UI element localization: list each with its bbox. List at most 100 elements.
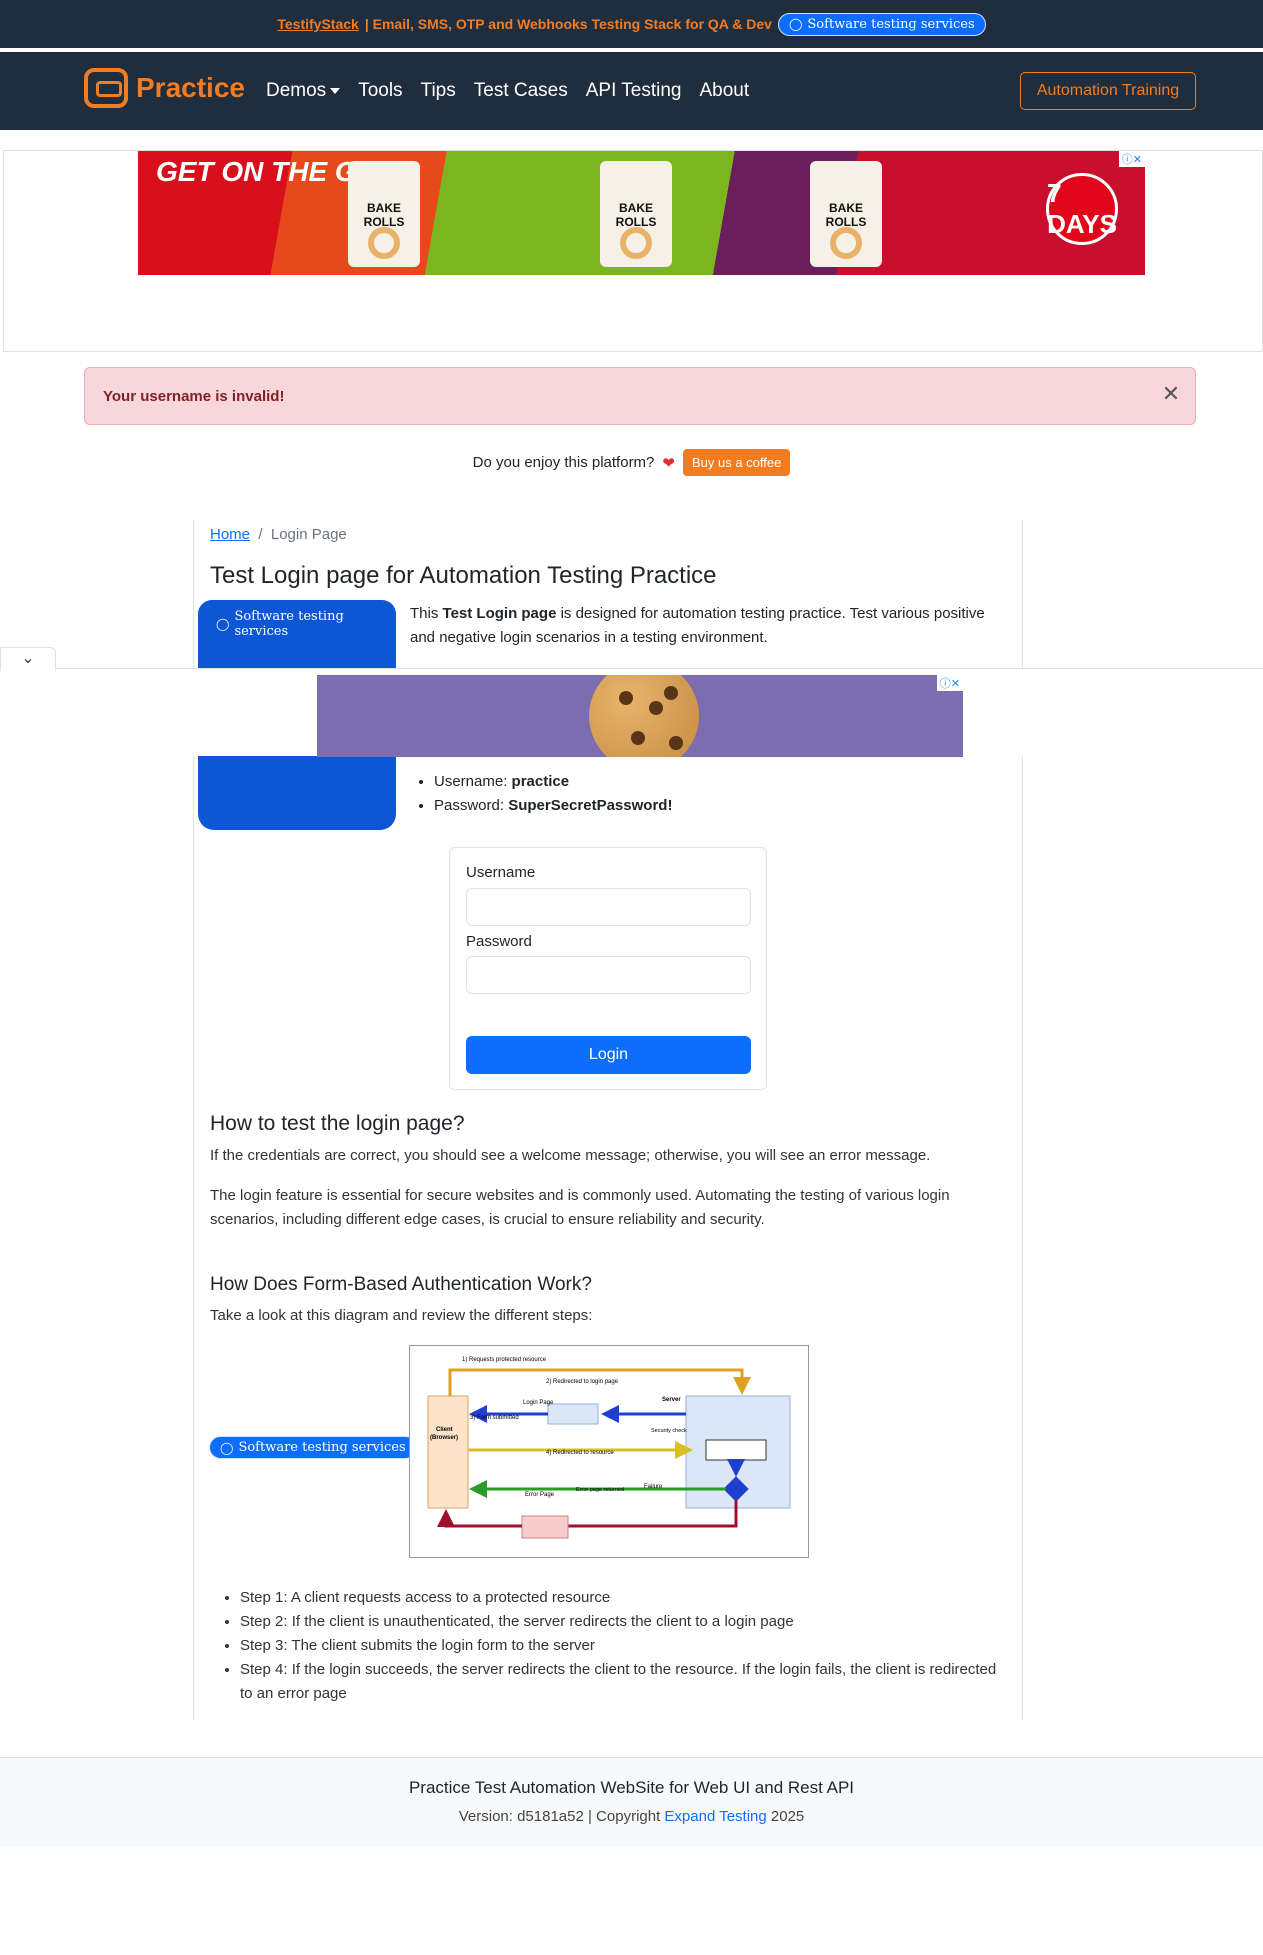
- bread-ring: [368, 227, 400, 259]
- banner-ad[interactable]: GET ON THE GO BAKE ROLLS BAKE ROLLS BAKE…: [138, 151, 1145, 275]
- error-page-box: [521, 1515, 569, 1539]
- footer-year: 2025: [766, 1808, 805, 1825]
- list-item: Step 3: The client submits the login for…: [240, 1634, 1004, 1658]
- intro-pre: This: [410, 605, 443, 622]
- diagram-label: Security check: [651, 1428, 687, 1434]
- breadcrumb-separator: /: [254, 526, 267, 543]
- breadcrumb-home[interactable]: Home: [210, 526, 250, 543]
- pill-label: Software testing services: [238, 1440, 406, 1455]
- password-input[interactable]: [466, 956, 751, 994]
- caret-down-icon: [330, 87, 341, 94]
- diagram-label: Error Page: [525, 1492, 555, 1498]
- credentials-list: Username: practice Password: SuperSecret…: [424, 770, 672, 818]
- diagram-svg: 1) Requests protected resource 2) Redire…: [427, 1357, 791, 1539]
- error-alert: Your username is invalid! ✕: [84, 367, 1196, 425]
- list-item: Step 2: If the client is unauthenticated…: [240, 1610, 1004, 1634]
- product-bag: BAKE ROLLS: [810, 161, 882, 267]
- bag-label: BAKE ROLLS: [825, 201, 867, 229]
- heart-icon: ❤: [662, 454, 675, 472]
- diagram-label: 4) Redirected to resource: [546, 1450, 614, 1456]
- nav-item-api-testing[interactable]: API Testing: [586, 80, 682, 102]
- howto-paragraph-1: If the credentials are correct, you shou…: [210, 1147, 931, 1164]
- cred-label: Username:: [434, 773, 512, 790]
- auth-heading: How Does Form-Based Authentication Work?: [210, 1274, 592, 1295]
- cred-username: practice: [511, 773, 570, 790]
- diagram-label: Client: [436, 1427, 453, 1433]
- software-testing-pill[interactable]: ◯ Software testing services: [206, 606, 396, 642]
- client-box: [427, 1395, 469, 1509]
- login-page-box: [547, 1403, 599, 1425]
- list-item: Step 1: A client requests access to a pr…: [240, 1586, 1004, 1610]
- chevron-down-icon[interactable]: ⌄: [0, 647, 56, 671]
- diagram-label: Login Page: [523, 1400, 554, 1406]
- cookie-ad[interactable]: ⓘ✕: [317, 675, 963, 757]
- nav-item-about[interactable]: About: [700, 80, 750, 102]
- nav-item-test-cases[interactable]: Test Cases: [474, 80, 568, 102]
- coffee-question: Do you enjoy this platform?: [472, 454, 655, 471]
- breadcrumb-current: Login Page: [270, 526, 347, 543]
- nav-item-demos[interactable]: Demos: [266, 80, 341, 102]
- tag-icon: ◯: [220, 1440, 234, 1455]
- footer-version: Version: d5181a52 | Copyright Expand Tes…: [0, 1808, 1263, 1825]
- diagram-label: ?: [670, 1460, 674, 1466]
- buy-coffee-button[interactable]: Buy us a coffee: [682, 449, 791, 476]
- alert-message: Your username is invalid!: [103, 388, 285, 405]
- testifystack-link[interactable]: TestifyStack: [277, 16, 358, 32]
- 7days-logo: 7 DAYS: [1046, 173, 1118, 245]
- diagram-label: (Browser): [430, 1435, 458, 1441]
- steps-list: Step 1: A client requests access to a pr…: [224, 1586, 1004, 1706]
- nav-menu: Demos Tools Tips Test Cases API Testing …: [266, 80, 749, 102]
- navbar: Practice Demos Tools Tips Test Cases API…: [0, 52, 1263, 130]
- promo-bar: TestifyStack | Email, SMS, OTP and Webho…: [0, 0, 1263, 50]
- footer-title: Practice Test Automation WebSite for Web…: [408, 1778, 855, 1797]
- security-check-box: [705, 1439, 767, 1461]
- footer-version-text: Version: d5181a52 | Copyright: [458, 1808, 665, 1825]
- nav-item-tools[interactable]: Tools: [358, 80, 402, 102]
- cred-label: Password:: [434, 797, 509, 814]
- auth-intro: Take a look at this diagram and review t…: [210, 1307, 593, 1324]
- logo[interactable]: Practice: [84, 68, 245, 108]
- ad-container: GET ON THE GO BAKE ROLLS BAKE ROLLS BAKE…: [3, 150, 1263, 352]
- coffee-prompt: Do you enjoy this platform? ❤ Buy us a c…: [0, 449, 1263, 476]
- product-bag: BAKE ROLLS: [348, 161, 420, 267]
- diagram-label: 2) Redirected to login page: [546, 1379, 619, 1385]
- nav-item-label: Demos: [266, 80, 327, 101]
- intro-text: This Test Login page is designed for aut…: [410, 602, 1000, 650]
- bread-ring: [830, 227, 862, 259]
- diagram-label: 1) Requests protected resource: [462, 1357, 547, 1363]
- pill-label: Software testing services: [807, 16, 975, 32]
- diagram-label: Server: [662, 1397, 681, 1403]
- username-label: Username: [466, 864, 536, 881]
- intro-bold: Test Login page: [442, 605, 557, 622]
- bag-label: BAKE ROLLS: [615, 201, 657, 229]
- promo-tagline: | Email, SMS, OTP and Webhooks Testing S…: [364, 16, 772, 32]
- ad-close-icon[interactable]: ⓘ✕: [936, 675, 963, 691]
- software-testing-pill[interactable]: ◯ Software testing services: [777, 12, 986, 36]
- breadcrumb: Home / Login Page: [210, 526, 347, 543]
- cookie-image: [589, 675, 699, 757]
- howto-paragraph-2: The login feature is essential for secur…: [210, 1187, 950, 1228]
- sticky-ad-bar: ⌄ ⓘ✕: [0, 647, 1263, 757]
- nav-item-tips[interactable]: Tips: [421, 80, 456, 102]
- auth-flow-diagram: 1) Requests protected resource 2) Redire…: [409, 1345, 809, 1558]
- ad-close-icon[interactable]: ⓘ✕: [1118, 151, 1145, 167]
- page-title: Test Login page for Automation Testing P…: [210, 562, 717, 589]
- ad-slogan: GET ON THE GO: [156, 156, 379, 187]
- diagram-label: 3) Form submitted: [470, 1415, 519, 1421]
- username-input[interactable]: [466, 888, 751, 926]
- automation-training-button[interactable]: Automation Training: [1020, 72, 1196, 110]
- login-button[interactable]: Login: [466, 1036, 751, 1074]
- software-testing-pill[interactable]: ◯ Software testing services: [209, 1436, 417, 1459]
- bread-ring: [620, 227, 652, 259]
- expand-testing-link[interactable]: Expand Testing: [664, 1808, 766, 1825]
- password-label: Password: [466, 933, 532, 950]
- footer: Practice Test Automation WebSite for Web…: [0, 1757, 1263, 1847]
- tag-icon: ◯: [216, 617, 230, 631]
- bag-label: BAKE ROLLS: [363, 201, 405, 229]
- product-bag: BAKE ROLLS: [600, 161, 672, 267]
- diagram-label: Error page returned: [576, 1487, 624, 1493]
- logo-text: Practice: [136, 72, 245, 103]
- arrow-error-return: [437, 1509, 522, 1528]
- close-icon[interactable]: ✕: [1159, 382, 1183, 406]
- tag-icon: ◯: [788, 17, 803, 31]
